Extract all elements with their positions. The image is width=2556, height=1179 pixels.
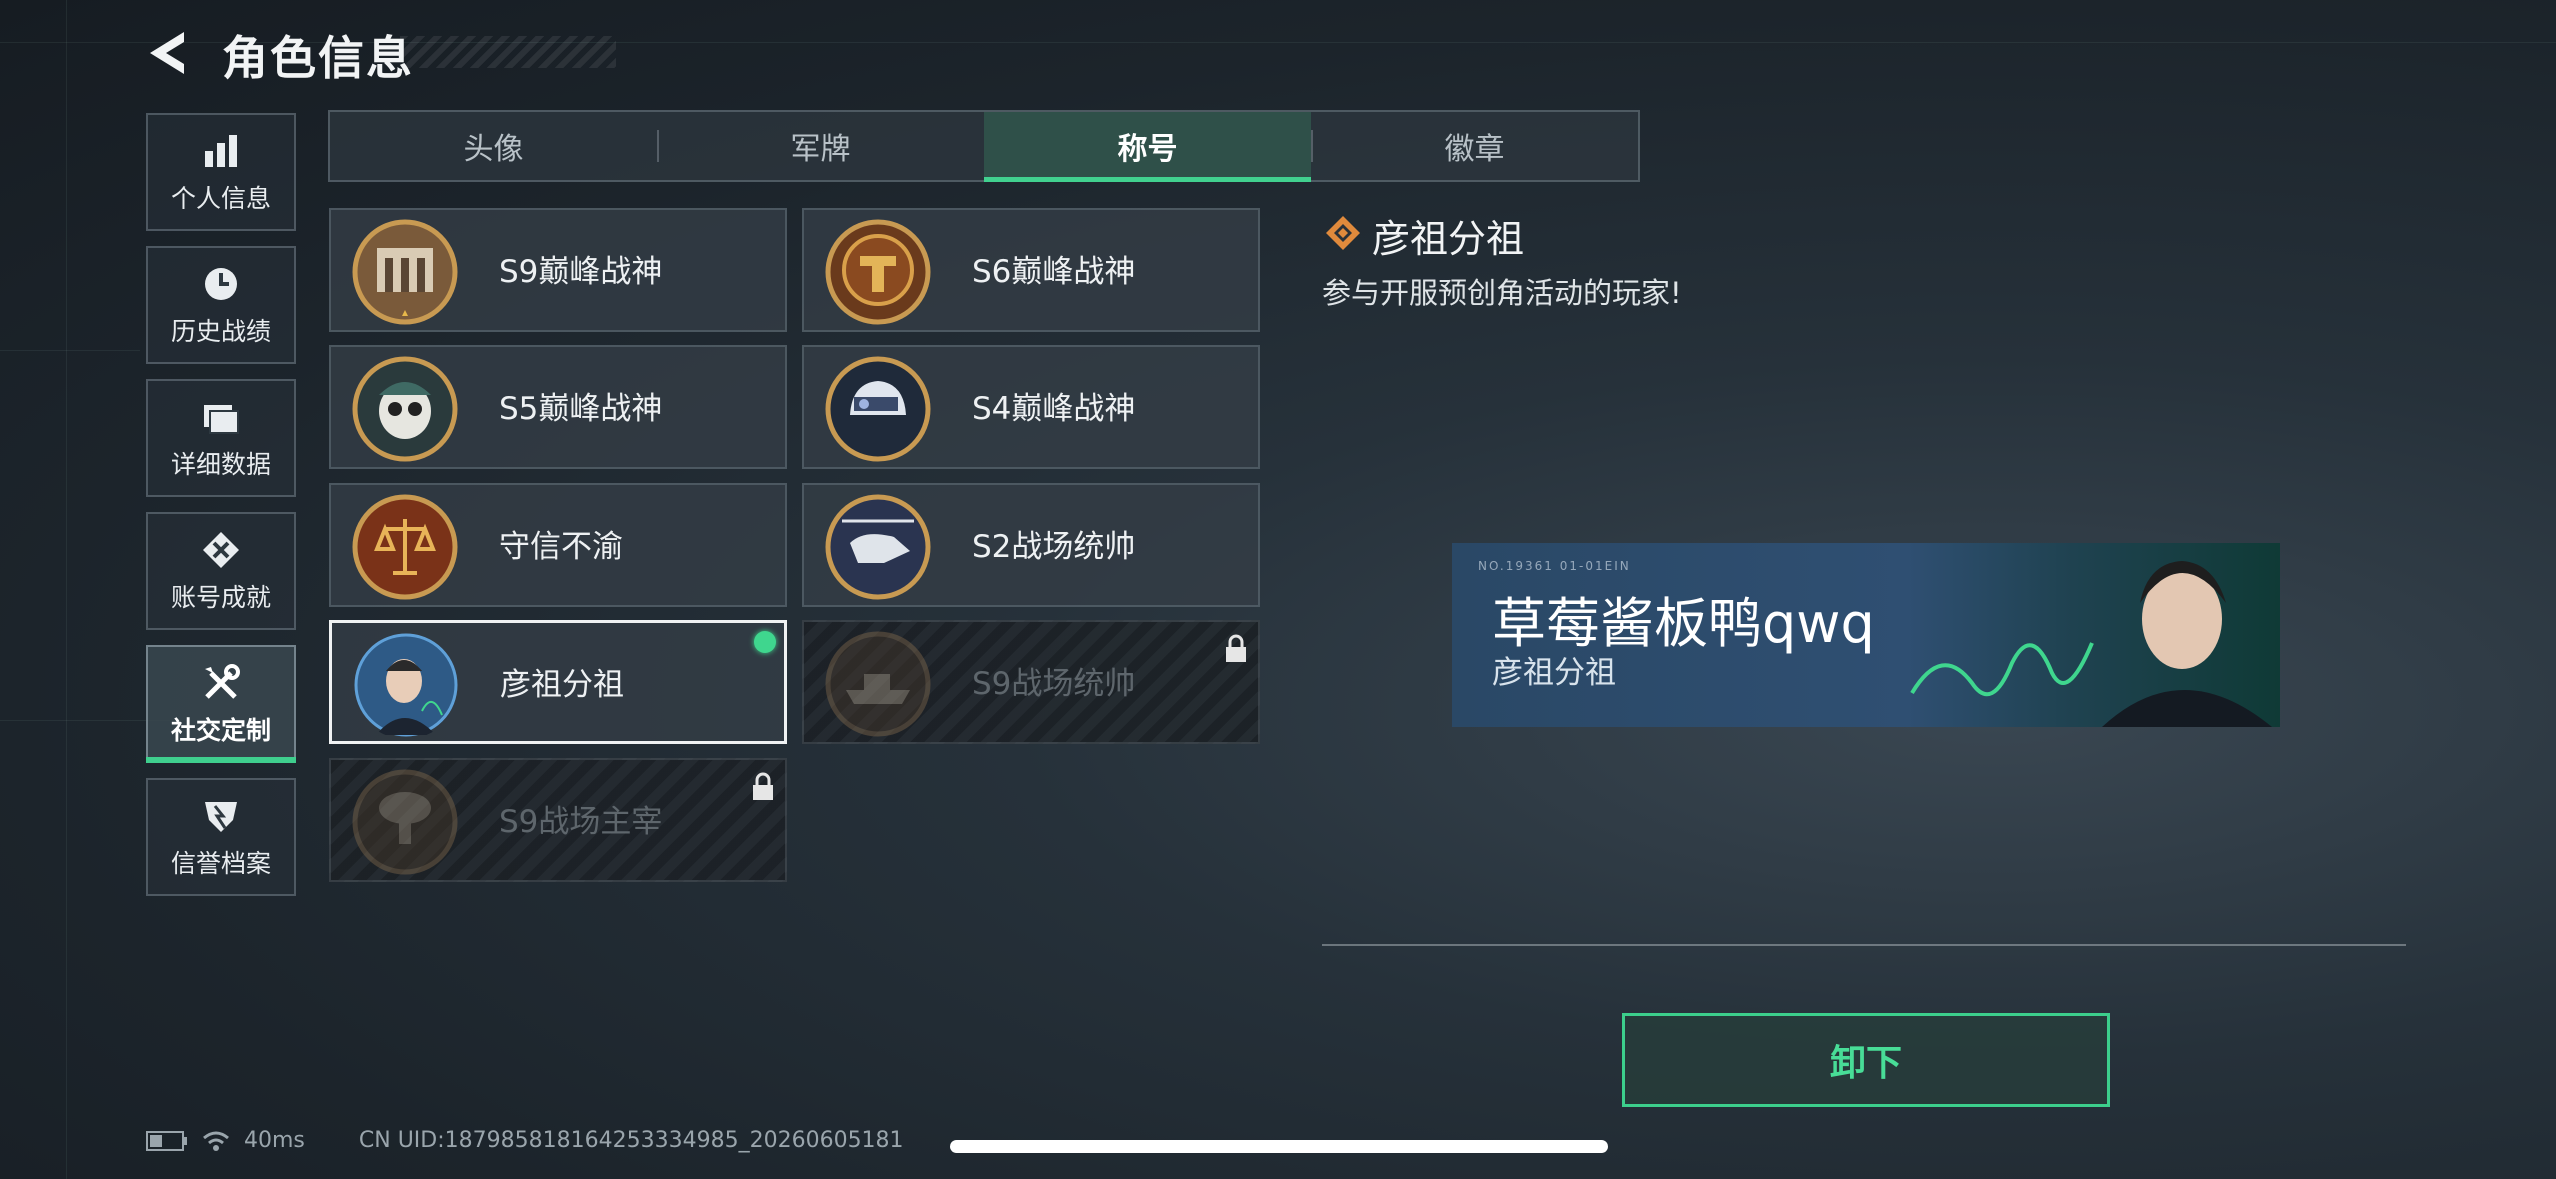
tab-badge[interactable]: 徽章 (1311, 112, 1638, 180)
nav-label: 账号成就 (170, 583, 271, 612)
status-footer: 40ms CN UID:1879858181642533349​85_20260… (146, 1128, 904, 1153)
lock-icon (1226, 634, 1246, 662)
portrait-emblem-icon (354, 633, 458, 737)
mushroom-cloud-emblem-icon (352, 769, 458, 875)
nav-label: 详细数据 (170, 450, 271, 479)
shield-icon (199, 794, 243, 838)
title-card-locked[interactable]: S9战场主宰 (329, 758, 787, 882)
home-indicator[interactable] (950, 1140, 1608, 1153)
tools-icon (199, 661, 243, 705)
grid-line (0, 350, 140, 351)
title-card[interactable]: S5巅峰战神 (329, 345, 787, 469)
uid-text: CN UID:1879858181642533349​85_2026060518… (358, 1128, 904, 1153)
page-title: 角色信息 (222, 31, 414, 85)
unequip-button[interactable]: 卸下 (1622, 1013, 2110, 1107)
wifi-icon (203, 1131, 229, 1151)
skull-helmet-emblem-icon (352, 356, 458, 462)
detail-title: 彦祖分祖 (1372, 217, 1525, 261)
title-card[interactable]: S4巅峰战神 (802, 345, 1260, 469)
folder-icon (199, 395, 243, 439)
back-button[interactable] (140, 28, 200, 78)
title-name: S6巅峰战神 (972, 254, 1136, 290)
title-name: 彦祖分祖 (500, 667, 624, 703)
nameplate-preview: NO.19361 01-01EIN 草莓酱板鸭qwq 彦祖分祖 (1452, 543, 2280, 727)
title-name: S2战场统帅 (972, 529, 1136, 565)
grid-line (66, 0, 67, 1179)
nav-label: 信誉档案 (170, 849, 271, 878)
night-vision-helmet-emblem-icon (825, 356, 931, 462)
nav-label: 个人信息 (170, 184, 271, 213)
title-card-locked[interactable]: S9战场统帅 (802, 620, 1260, 744)
t-shield-emblem-icon (825, 219, 931, 325)
nav-item-details[interactable]: 详细数据 (146, 379, 296, 497)
tab-title[interactable]: 称号 (984, 112, 1311, 182)
tab-dogtag[interactable]: 军牌 (657, 112, 984, 180)
divider (1322, 944, 2406, 946)
banner-title: 彦祖分祖 (1492, 655, 1616, 691)
nav-item-history[interactable]: 历史战绩 (146, 246, 296, 364)
active-indicator (146, 757, 296, 763)
lock-icon (753, 772, 773, 800)
ping-value: 40ms (244, 1128, 305, 1153)
nav-item-achievements[interactable]: 账号成就 (146, 512, 296, 630)
signature-graphic (1910, 642, 2094, 697)
title-card[interactable]: S6巅峰战神 (802, 208, 1260, 332)
bar-chart-icon (199, 129, 243, 173)
title-name: S9巅峰战神 (499, 254, 663, 290)
title-name: S4巅峰战神 (972, 391, 1136, 427)
title-name: 守信不渝 (499, 529, 623, 565)
helicopter-emblem-icon (825, 494, 931, 600)
back-arrow-icon (150, 32, 184, 74)
fortress-emblem-icon (352, 219, 458, 325)
detail-description: 参与开服预创角活动的玩家! (1322, 276, 1682, 310)
tab-avatar[interactable]: 头像 (330, 112, 657, 180)
equipped-indicator (754, 631, 776, 653)
title-card[interactable]: S2战场统帅 (802, 483, 1260, 607)
tab-bar: 头像 军牌 称号 徽章 (328, 110, 1640, 182)
clock-icon (199, 262, 243, 306)
title-card[interactable]: 守信不渝 (329, 483, 787, 607)
nav-item-credit[interactable]: 信誉档案 (146, 778, 296, 896)
title-category-icon (1326, 216, 1360, 250)
scales-emblem-icon (352, 494, 458, 600)
warship-emblem-icon (825, 631, 931, 737)
title-name: S9战场主宰 (499, 804, 663, 840)
title-name: S9战场统帅 (972, 666, 1136, 702)
title-name: S5巅峰战神 (499, 391, 663, 427)
medal-icon (199, 528, 243, 572)
nav-item-profile[interactable]: 个人信息 (146, 113, 296, 231)
portrait-graphic (2102, 561, 2272, 727)
banner-code: NO.19361 01-01EIN (1478, 559, 1631, 573)
title-decoration (400, 36, 616, 68)
title-card-selected[interactable]: 彦祖分祖 (329, 620, 787, 744)
title-card[interactable]: S9巅峰战神 (329, 208, 787, 332)
nav-label: 历史战绩 (170, 317, 271, 346)
nav-label: 社交定制 (170, 716, 271, 745)
nav-item-social[interactable]: 社交定制 (146, 645, 296, 763)
battery-icon (146, 1130, 187, 1151)
